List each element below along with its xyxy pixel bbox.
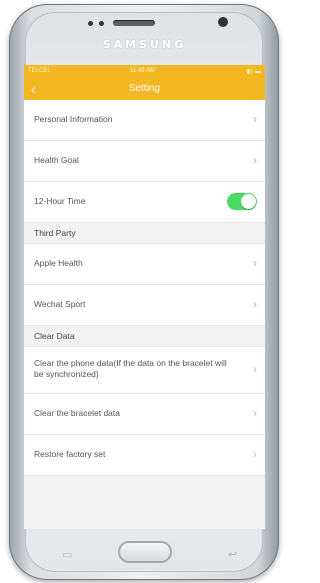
earpiece-speaker: [113, 20, 155, 26]
section-header-third-party: Third Party: [24, 223, 265, 244]
12-hour-time-toggle[interactable]: [227, 193, 257, 210]
toggle-knob: [241, 194, 256, 209]
row-clear-bracelet-data[interactable]: Clear the bracelet data ›: [24, 394, 265, 435]
row-wechat-sport[interactable]: Wechat Sport ›: [24, 285, 265, 326]
chevron-right-icon: ›: [253, 256, 257, 270]
chevron-right-icon: ›: [253, 112, 257, 126]
app-screen: TELCEL 11:49 AM ▮▯ ▬ ‹ Setting Personal …: [24, 65, 265, 529]
row-apple-health[interactable]: Apple Health ›: [24, 244, 265, 285]
chevron-right-icon: ›: [253, 447, 257, 461]
row-label: Restore factory set: [34, 449, 106, 459]
status-time: 11:49 AM: [130, 68, 155, 74]
row-personal-information[interactable]: Personal Information ›: [24, 100, 265, 141]
page-title: Setting: [128, 83, 161, 94]
brand-logo: SAMSUNG: [102, 38, 187, 51]
row-clear-phone-data[interactable]: Clear the phone data(If the data on the …: [24, 347, 265, 394]
row-label: Health Goal: [34, 155, 79, 165]
battery-icon: ▮▯ ▬: [246, 69, 261, 75]
chevron-right-icon: ›: [253, 406, 257, 420]
chevron-right-icon: ›: [253, 153, 257, 167]
home-button[interactable]: [118, 541, 172, 563]
row-label: Wechat Sport: [34, 299, 86, 309]
row-label: Personal Information: [34, 114, 113, 124]
row-label: Apple Health: [34, 258, 83, 268]
section-label: Third Party: [34, 228, 76, 238]
row-label: Clear the phone data(If the data on the …: [34, 358, 227, 379]
proximity-sensor-icon: [88, 21, 93, 26]
row-label: 12-Hour Time: [34, 196, 86, 206]
section-label: Clear Data: [34, 331, 75, 341]
back-key-icon[interactable]: ↩: [228, 548, 237, 561]
chevron-right-icon: ›: [253, 362, 257, 376]
row-restore-factory-set[interactable]: Restore factory set ›: [24, 435, 265, 476]
chevron-right-icon: ›: [253, 297, 257, 311]
row-health-goal[interactable]: Health Goal ›: [24, 141, 265, 182]
row-12-hour-time: 12-Hour Time: [24, 182, 265, 223]
recent-apps-icon[interactable]: ▭: [62, 548, 72, 561]
carrier-label: TELCEL: [28, 68, 51, 74]
status-bar: TELCEL 11:49 AM ▮▯ ▬: [24, 65, 265, 78]
light-sensor-icon: [99, 21, 104, 26]
nav-bar: ‹ Setting: [24, 78, 265, 100]
section-header-clear-data: Clear Data: [24, 326, 265, 347]
row-label: Clear the bracelet data: [34, 408, 120, 418]
front-camera-icon: [218, 17, 228, 27]
